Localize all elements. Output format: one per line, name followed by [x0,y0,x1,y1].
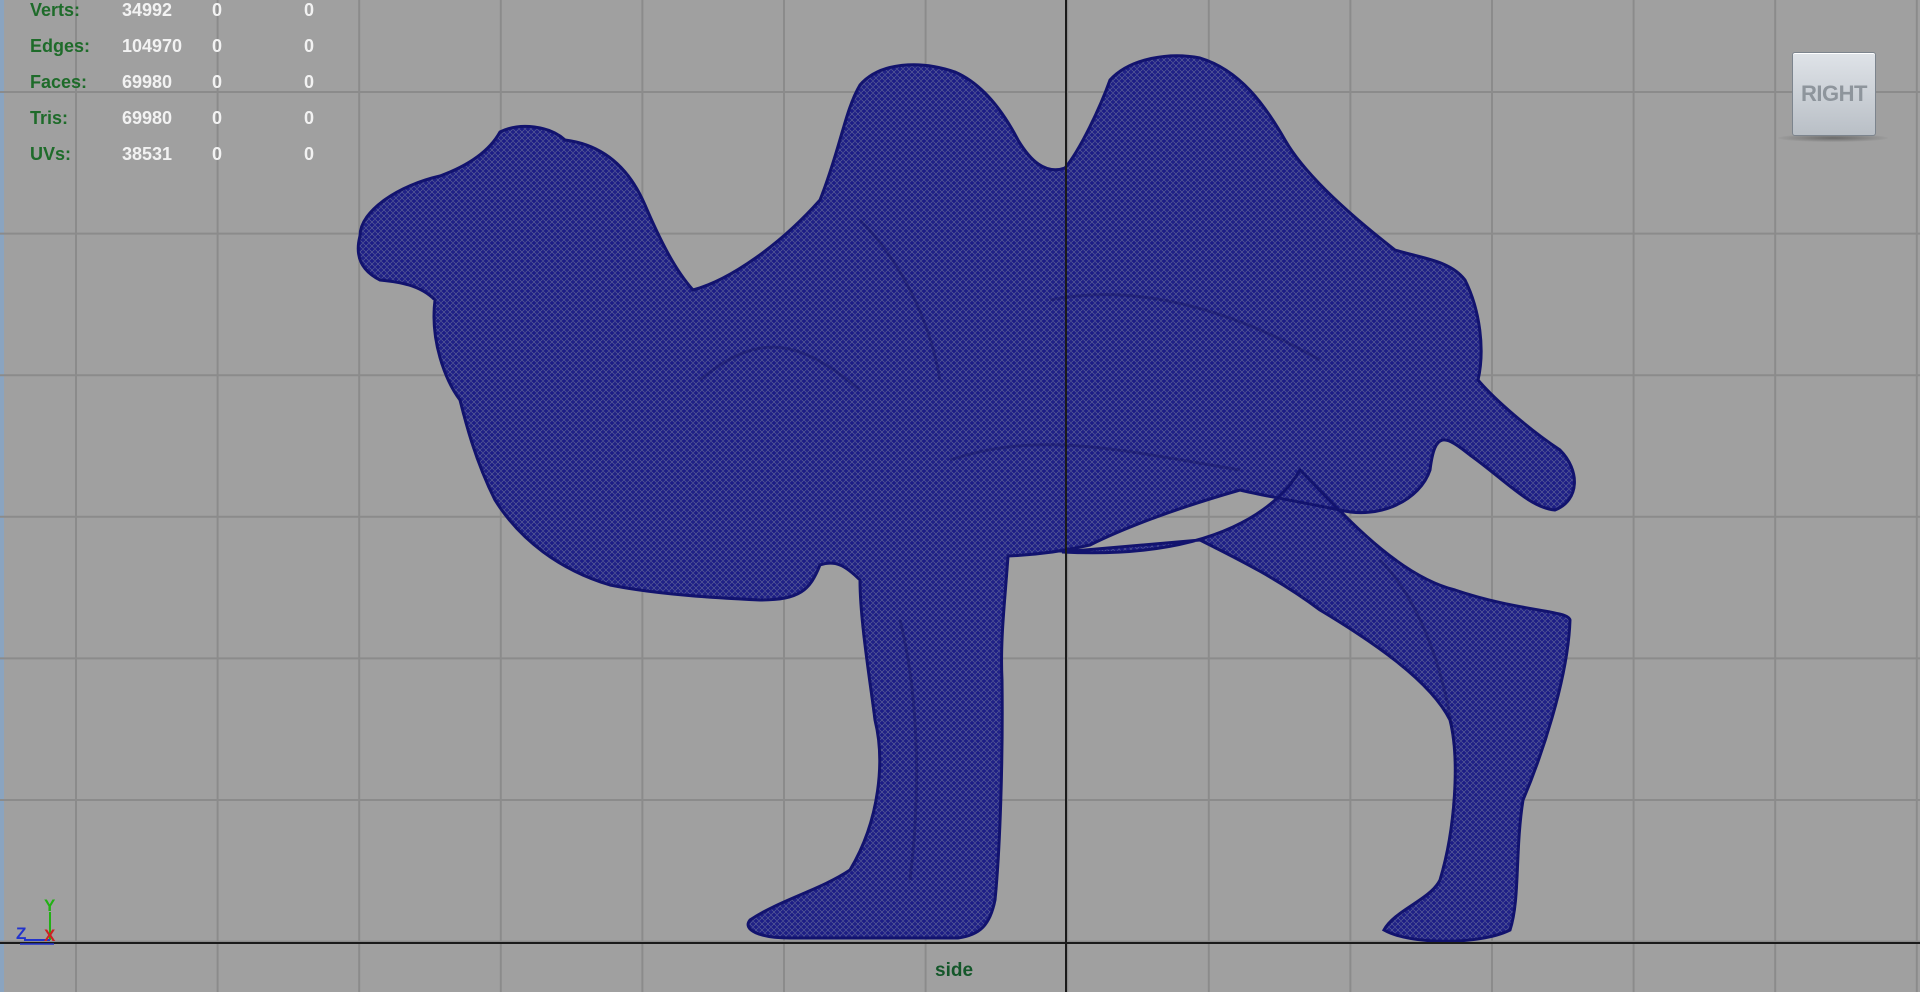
hud-row: Tris: 69980 0 0 [30,100,344,136]
camel-mesh[interactable] [356,54,1576,943]
hud-stat-label: Tris: [30,108,69,128]
hud-stat-label: UVs: [30,144,72,164]
hud-stat-value: 69980 [122,108,173,128]
hud-stat-label: Edges: [30,36,91,56]
hud-stat-value: 0 [212,36,223,56]
hud-stat-value: 69980 [122,72,173,92]
hud-row: Edges: 104970 0 0 [30,28,344,64]
hud-stat-value: 0 [304,0,315,20]
hud-stat-value: 0 [212,72,223,92]
view-cube[interactable]: RIGHT [1792,52,1876,136]
hud-stat-value: 0 [212,144,223,164]
hud-stat-value: 0 [212,108,223,128]
hud-row: Faces: 69980 0 0 [30,64,344,100]
hud-stat-value: 0 [304,108,315,128]
axis-gizmo: Y Z X [14,896,64,954]
hud-stat-value: 104970 [122,36,183,56]
hud-stat-label: Verts: [30,0,81,20]
hud-stat-value: 34992 [122,0,173,20]
poly-count-hud: Verts: 34992 0 0 Edges: 104970 0 0 Faces: 69980 0 0… [30,0,344,172]
hud-stat-value: 0 [304,36,315,56]
hud-stat-value: 0 [304,144,315,164]
hud-stat-label: Faces: [30,72,88,92]
hud-row: Verts: 34992 0 0 [30,0,344,28]
axis-z-label: Z [16,924,27,943]
axis-y-label: Y [44,896,56,915]
hud-stat-value: 38531 [122,144,173,164]
camera-name-label: side [935,960,974,981]
hud-row: UVs: 38531 0 0 [30,136,344,172]
view-cube-label[interactable]: RIGHT [1793,53,1875,135]
axis-x-label: X [44,926,56,945]
hud-stat-value: 0 [304,72,315,92]
hud-stat-value: 0 [212,0,223,20]
side-viewport[interactable]: Verts: 34992 0 0 Edges: 104970 0 0 Faces: 69980 0 0… [0,0,1920,992]
